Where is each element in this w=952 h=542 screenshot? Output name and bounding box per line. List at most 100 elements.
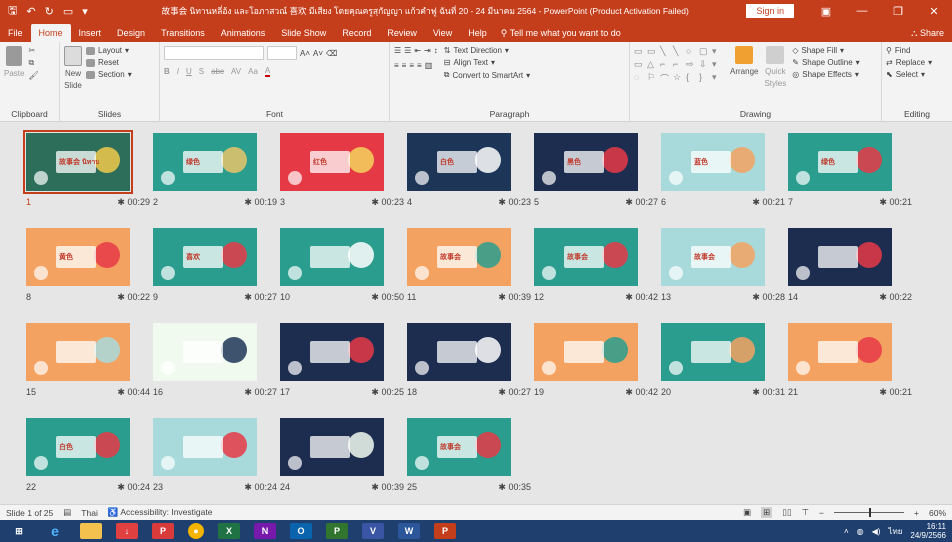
file-explorer-icon[interactable] (80, 523, 102, 539)
edge-browser-icon[interactable]: e (44, 523, 66, 539)
slide-preview[interactable] (788, 323, 892, 381)
slide-thumbnail[interactable]: 红色 3 ✱ 00:23 (280, 133, 404, 207)
language[interactable]: Thai (81, 508, 98, 518)
slide-preview[interactable]: 故事会 (534, 228, 638, 286)
slide-thumbnail[interactable]: 19 ✱ 00:42 (534, 323, 658, 397)
slide-thumbnail[interactable]: 14 ✱ 00:22 (788, 228, 912, 302)
slide-preview[interactable] (280, 418, 384, 476)
slide-thumbnail[interactable]: 17 ✱ 00:25 (280, 323, 404, 397)
text-direction-button[interactable]: ⇅ Text Direction ▾ (444, 46, 530, 55)
slide-preview[interactable]: 白色 (407, 133, 511, 191)
slide-thumbnail[interactable]: 蓝色 6 ✱ 00:21 (661, 133, 785, 207)
paste-button[interactable]: Paste (4, 46, 24, 80)
transition-star-icon[interactable]: ✱ (625, 292, 635, 302)
zoom-out-icon[interactable]: − (819, 508, 824, 518)
slide-preview[interactable] (153, 418, 257, 476)
maximize-icon[interactable]: ❐ (880, 5, 916, 18)
slide-thumbnail[interactable]: 故事会 นิทานหลี่อ้ง 1 ✱ 00:29 (23, 130, 150, 207)
slide-thumbnail[interactable]: 白色 22 ✱ 00:24 (26, 418, 150, 492)
reading-view-icon[interactable]: ▯▯ (782, 507, 791, 518)
increase-indent-icon[interactable]: ⇥ (424, 46, 431, 55)
redo-icon[interactable]: ↻ (45, 5, 54, 18)
visio-icon[interactable]: V (362, 523, 384, 539)
strikethrough-button[interactable]: abc (211, 67, 224, 76)
slide-preview[interactable]: 白色 (26, 418, 130, 476)
slide-thumbnail[interactable]: 黄色 8 ✱ 00:22 (26, 228, 150, 302)
zoom-in-icon[interactable]: + (914, 508, 919, 518)
transition-star-icon[interactable]: ✱ (752, 292, 762, 302)
slide-preview[interactable] (153, 323, 257, 381)
tab-record[interactable]: Record (334, 24, 379, 42)
shrink-font-icon[interactable]: A˅ (313, 49, 323, 58)
slide-preview[interactable] (407, 323, 511, 381)
tab-insert[interactable]: Insert (71, 24, 110, 42)
underline-button[interactable]: U (186, 67, 192, 76)
slide-preview[interactable]: 喜欢 (153, 228, 257, 286)
accessibility-status[interactable]: ♿ Accessibility: Investigate (108, 507, 213, 518)
shadow-button[interactable]: S (199, 67, 204, 76)
chrome-icon[interactable]: ● (188, 523, 204, 539)
zoom-level[interactable]: 60% (929, 508, 946, 518)
slide-thumbnail[interactable]: 故事会 25 ✱ 00:35 (407, 418, 531, 492)
slide-preview[interactable] (534, 323, 638, 381)
slide-thumbnail[interactable]: 16 ✱ 00:27 (153, 323, 277, 397)
line-spacing-icon[interactable]: ↕ (434, 46, 438, 55)
transition-star-icon[interactable]: ✱ (371, 292, 381, 302)
outlook-icon[interactable]: O (290, 523, 312, 539)
justify-icon[interactable]: ≡ (417, 61, 422, 70)
transition-star-icon[interactable]: ✱ (117, 197, 127, 207)
p-app-icon[interactable]: P (152, 523, 174, 539)
change-case-button[interactable]: Aa (248, 67, 258, 76)
slide-thumbnail[interactable]: 18 ✱ 00:27 (407, 323, 531, 397)
grow-font-icon[interactable]: A˄ (300, 49, 310, 58)
bold-button[interactable]: B (164, 67, 170, 76)
transition-star-icon[interactable]: ✱ (244, 482, 254, 492)
slide-thumbnail[interactable]: 绿色 7 ✱ 00:21 (788, 133, 912, 207)
layout-button[interactable]: Layout ▾ (86, 46, 132, 55)
network-icon[interactable]: ◍ (857, 527, 864, 536)
slide-thumbnail[interactable]: 故事会 11 ✱ 00:39 (407, 228, 531, 302)
slide-thumbnail[interactable]: 20 ✱ 00:31 (661, 323, 785, 397)
slide-thumbnail[interactable]: 10 ✱ 00:50 (280, 228, 404, 302)
present-icon[interactable]: ▭ (63, 5, 73, 18)
transition-star-icon[interactable]: ✱ (879, 292, 889, 302)
tab-design[interactable]: Design (109, 24, 153, 42)
transition-star-icon[interactable]: ✱ (625, 387, 635, 397)
slide-preview[interactable]: 故事会 (661, 228, 765, 286)
transition-star-icon[interactable]: ✱ (244, 292, 254, 302)
slide-preview[interactable] (661, 323, 765, 381)
share-button[interactable]: ⛬ Share (911, 24, 944, 42)
powerpoint-icon[interactable]: P (434, 523, 456, 539)
slide-preview[interactable]: 黑色 (534, 133, 638, 191)
quick-styles-button[interactable]: Quick Styles (764, 46, 786, 88)
zoom-slider[interactable] (834, 508, 905, 517)
section-button[interactable]: Section ▾ (86, 70, 132, 79)
slide-thumbnail[interactable]: 故事会 13 ✱ 00:28 (661, 228, 785, 302)
slide-thumbnail[interactable]: 白色 4 ✱ 00:23 (407, 133, 531, 207)
save-icon[interactable]: 🖫 (8, 2, 17, 21)
transition-star-icon[interactable]: ✱ (117, 292, 127, 302)
new-slide-button[interactable]: New Slide (64, 46, 82, 90)
italic-button[interactable]: I (177, 67, 179, 76)
transition-star-icon[interactable]: ✱ (752, 197, 762, 207)
align-center-icon[interactable]: ≡ (402, 61, 407, 70)
cut-icon[interactable]: ✂ (28, 46, 38, 55)
slide-thumbnail[interactable]: 黑色 5 ✱ 00:27 (534, 133, 658, 207)
download-app-icon[interactable]: ↓ (116, 523, 138, 539)
tell-me-search[interactable]: ⚲ Tell me what you want to do (501, 24, 621, 42)
tab-view[interactable]: View (425, 24, 460, 42)
tab-slide-show[interactable]: Slide Show (273, 24, 334, 42)
decrease-indent-icon[interactable]: ⇤ (414, 46, 421, 55)
slide-preview[interactable]: 绿色 (153, 133, 257, 191)
format-painter-icon[interactable]: 🖌 (28, 71, 38, 80)
align-text-button[interactable]: ⊟ Align Text ▾ (444, 58, 530, 67)
transition-star-icon[interactable]: ✱ (117, 387, 127, 397)
undo-icon[interactable]: ↶ (26, 5, 35, 18)
reset-button[interactable]: Reset (86, 58, 132, 67)
columns-icon[interactable]: ▥ (425, 61, 433, 70)
onenote-icon[interactable]: N (254, 523, 276, 539)
transition-star-icon[interactable]: ✱ (371, 197, 381, 207)
tab-home[interactable]: Home (30, 24, 71, 42)
spelling-icon[interactable]: ▤ (63, 507, 71, 518)
windows-start-icon[interactable]: ⊞ (8, 523, 30, 539)
